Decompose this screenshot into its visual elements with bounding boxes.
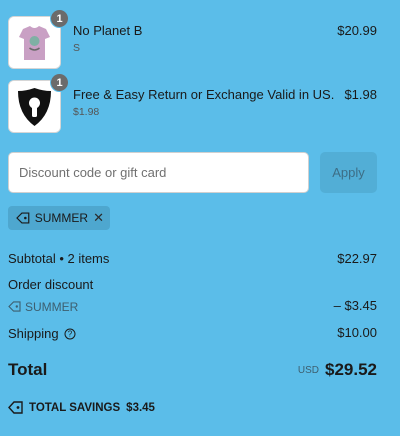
order-discount-label: Order discount bbox=[8, 277, 94, 292]
applied-discount-chip: SUMMER ✕ bbox=[8, 206, 110, 230]
line-item: 1 No Planet B S $20.99 bbox=[8, 9, 377, 69]
tag-icon bbox=[8, 401, 23, 414]
tag-icon bbox=[16, 212, 30, 224]
item-title: Free & Easy Return or Exchange Valid in … bbox=[73, 87, 335, 102]
currency-code: USD bbox=[297, 365, 319, 376]
discount-code-name: SUMMER bbox=[25, 299, 79, 314]
apply-button[interactable]: Apply bbox=[320, 152, 377, 193]
subtotal-value: $22.97 bbox=[337, 251, 377, 266]
quantity-badge: 1 bbox=[50, 9, 69, 28]
item-title: No Planet B bbox=[73, 23, 143, 38]
shipping-row: Shipping ? $10.00 bbox=[8, 325, 377, 341]
product-thumbnail: 1 bbox=[8, 73, 69, 133]
subtotal-row: Subtotal • 2 items $22.97 bbox=[8, 251, 377, 266]
item-price: $20.99 bbox=[337, 23, 377, 38]
total-savings: TOTAL SAVINGS $3.45 bbox=[8, 401, 155, 414]
subtotal-label: Subtotal • 2 items bbox=[8, 251, 110, 266]
shipping-label: Shipping bbox=[8, 326, 59, 342]
product-thumbnail: 1 bbox=[8, 9, 69, 69]
line-item: 1 Free & Easy Return or Exchange Valid i… bbox=[8, 73, 377, 133]
tag-icon bbox=[8, 301, 21, 312]
item-variant: S bbox=[73, 42, 81, 54]
discount-code-line: SUMMER bbox=[8, 300, 78, 314]
discount-code-input[interactable] bbox=[8, 152, 309, 193]
svg-text:?: ? bbox=[67, 329, 72, 338]
order-discount-row: Order discount bbox=[8, 277, 377, 292]
total-row: Total USD $29.52 bbox=[8, 360, 377, 380]
shipping-value: $10.00 bbox=[337, 325, 377, 340]
total-label: Total bbox=[8, 360, 48, 379]
discount-value: – $3.45 bbox=[333, 298, 377, 313]
discount-code-row: SUMMER – $3.45 bbox=[8, 298, 377, 314]
item-unit-price: $1.98 bbox=[73, 106, 100, 118]
item-price: $1.98 bbox=[344, 87, 377, 102]
total-amount-group: USD $29.52 bbox=[298, 360, 377, 380]
applied-discount-code: SUMMER bbox=[34, 211, 89, 225]
shipping-label-group: Shipping ? bbox=[8, 326, 76, 341]
quantity-badge: 1 bbox=[50, 73, 69, 92]
remove-discount-icon[interactable]: ✕ bbox=[93, 210, 104, 226]
info-icon[interactable]: ? bbox=[64, 328, 76, 340]
total-value: $29.52 bbox=[325, 360, 377, 379]
savings-label: TOTAL SAVINGS bbox=[29, 401, 121, 414]
savings-value: $3.45 bbox=[126, 401, 155, 414]
